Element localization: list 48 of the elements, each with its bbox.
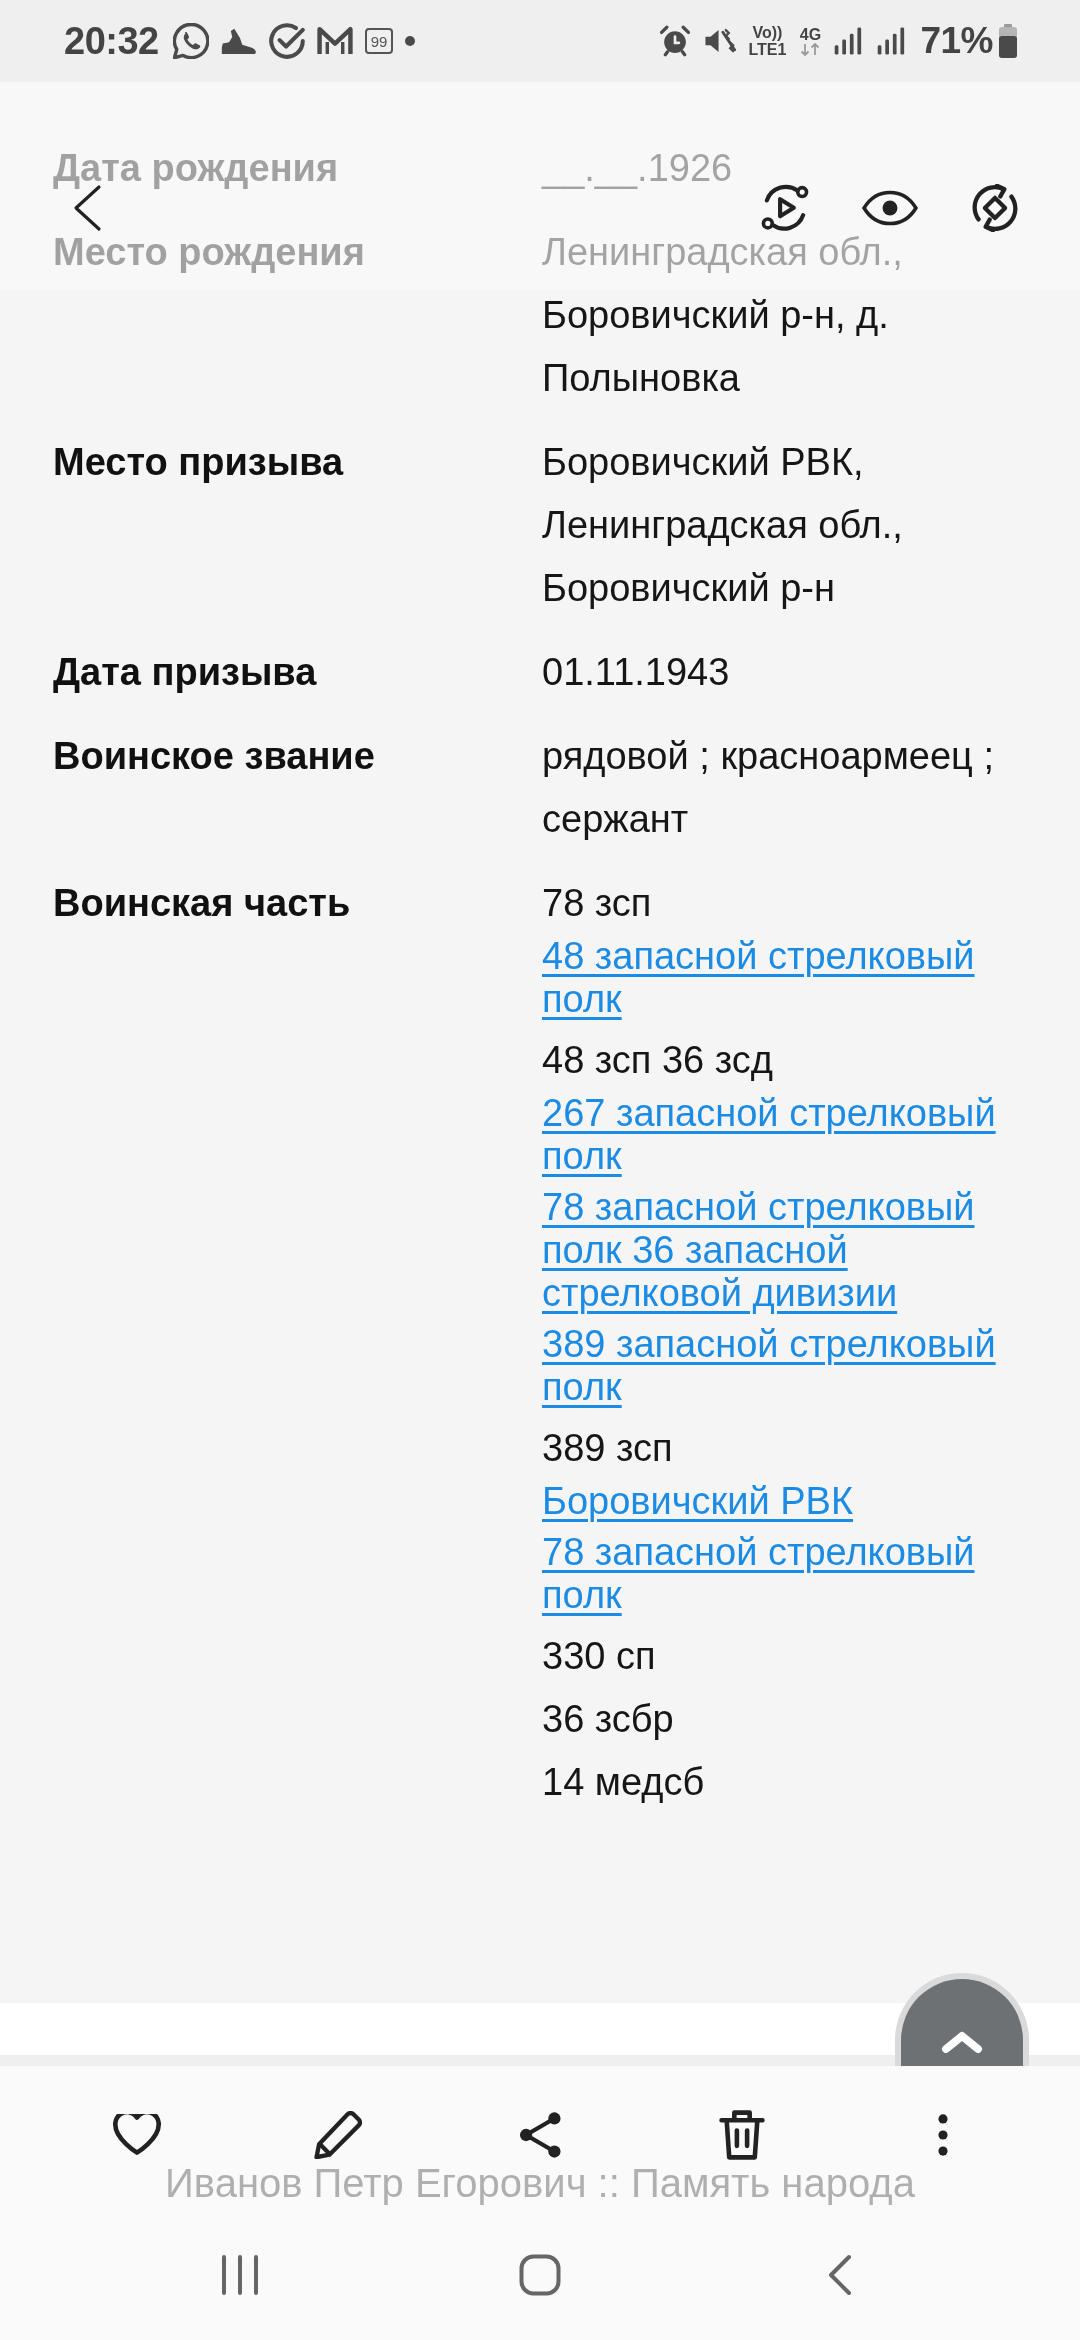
field-value: 78 зсп [542, 881, 652, 926]
field-value: 01.11.1943 [542, 650, 730, 695]
up-down-arrows-icon [799, 43, 822, 56]
m-logo-icon [316, 25, 353, 57]
rotate-icon[interactable] [971, 184, 1019, 232]
field-value: Боровичский РВК, Ленинградская обл., Боровичский р-н [542, 440, 903, 611]
unit-link[interactable]: 78 запасной стрелковый полк 36 запасной стрелковой дивизии [542, 1186, 975, 1315]
share-icon[interactable] [519, 2111, 561, 2159]
field-label: Дата призыва [53, 650, 317, 695]
field-value: 36 зсбр [542, 1697, 674, 1742]
chevron-up-icon[interactable] [941, 2030, 983, 2054]
unit-link[interactable]: 78 запасной стрелковый полк [542, 1531, 975, 1617]
unit-link[interactable]: Боровичский РВК [542, 1480, 853, 1523]
field-value: 389 зсп [542, 1426, 673, 1471]
more-vertical-icon[interactable] [936, 2112, 951, 2158]
unit-link[interactable]: 48 запасной стрелковый полк [542, 935, 975, 1021]
clock-time: 20:32 [64, 19, 159, 63]
unit-link[interactable]: 389 запасной стрелковый полк [542, 1323, 996, 1409]
count-badge: 99 [364, 28, 394, 54]
play-circle-icon[interactable] [761, 184, 809, 232]
field-label: Воинское звание [53, 734, 375, 779]
field-value: Ленинградская обл., Боровичский р-н, д. Полыновка [542, 230, 903, 401]
field-value: рядовой ; красноармеец ; сержант [542, 734, 994, 842]
field-value: 14 медсб [542, 1760, 705, 1805]
chat-phone-icon [172, 23, 209, 59]
field-value: 48 зсп 36 зсд [542, 1038, 773, 1083]
page-title: Иванов Петр Егорович :: Память народа [165, 2160, 915, 2206]
pencil-icon[interactable] [314, 2111, 363, 2159]
home-icon[interactable] [519, 2254, 561, 2296]
eye-icon[interactable] [862, 190, 918, 226]
dot-icon [405, 36, 416, 46]
field-label: Дата рождения [53, 146, 339, 191]
battery-icon [999, 24, 1017, 58]
unit-link[interactable]: 267 запасной стрелковый полк [542, 1092, 996, 1178]
field-value: __.__.1926 [542, 146, 733, 191]
field-label: Воинская часть [53, 881, 351, 926]
check-circle-icon [268, 23, 305, 59]
alarm-clock-icon [658, 25, 691, 57]
volte-label: Vo)) [752, 24, 783, 41]
heart-icon[interactable] [112, 2114, 161, 2156]
field-value: 330 сп [542, 1634, 656, 1679]
field-label: Место рождения [53, 230, 365, 275]
trash-icon[interactable] [718, 2110, 765, 2160]
field-label: Место призыва [53, 440, 344, 485]
battery-percent: 71% [920, 20, 993, 62]
recent-apps-icon[interactable] [221, 2254, 259, 2296]
lte-label: LTE1 [748, 41, 787, 58]
network-type-label: 4G [799, 26, 822, 43]
